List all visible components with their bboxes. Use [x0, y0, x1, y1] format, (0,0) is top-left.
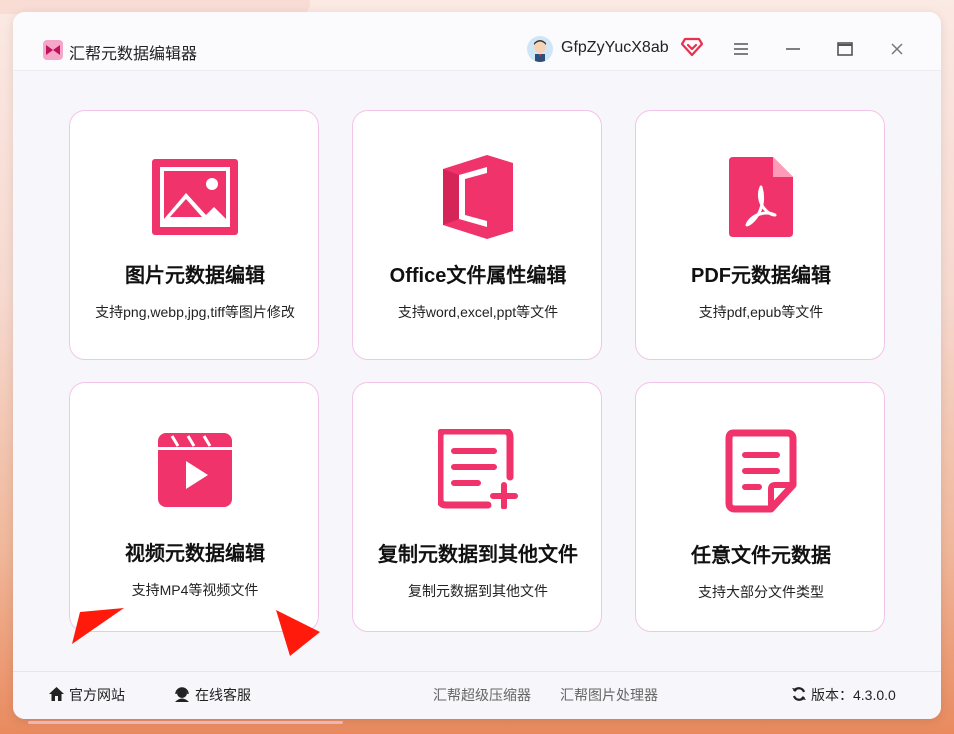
hamburger-menu-icon[interactable] — [729, 37, 753, 61]
card-image-metadata[interactable]: 图片元数据编辑 支持png,webp,jpg,tiff等图片修改 — [69, 110, 319, 360]
app-logo-icon — [43, 40, 63, 60]
document-icon — [636, 429, 886, 513]
title-bar: 汇帮元数据编辑器 GfpZyYucX8ab — [13, 12, 941, 71]
super-compressor-link[interactable]: 汇帮超级压缩器 — [433, 685, 531, 705]
app-title: 汇帮元数据编辑器 — [69, 46, 198, 63]
image-processor-link[interactable]: 汇帮图片处理器 — [560, 685, 658, 705]
refresh-icon — [791, 686, 807, 705]
video-clapper-icon — [70, 433, 320, 507]
diamond-vip-icon[interactable] — [680, 37, 704, 62]
scrollbar[interactable] — [28, 721, 343, 724]
annotation-arrow-right — [274, 608, 322, 663]
official-website-label: 官方网站 — [69, 687, 125, 703]
footer-bar: 官方网站 在线客服 汇帮超级压缩器 汇帮图片处理器 版本：4.3.0.0 — [13, 671, 941, 719]
card-description: 支持大部分文件类型 — [698, 584, 824, 600]
card-description: 支持pdf,epub等文件 — [698, 304, 824, 320]
image-icon — [70, 159, 320, 235]
card-pdf-metadata[interactable]: PDF元数据编辑 支持pdf,epub等文件 — [635, 110, 885, 360]
card-title: 图片元数据编辑 — [125, 265, 265, 287]
document-add-icon — [353, 429, 603, 509]
online-service-link[interactable]: 在线客服 — [173, 685, 251, 705]
card-description: 复制元数据到其他文件 — [408, 583, 548, 599]
card-video-metadata[interactable]: 视频元数据编辑 支持MP4等视频文件 — [69, 382, 319, 632]
card-title: PDF元数据编辑 — [691, 265, 831, 287]
card-title: 任意文件元数据 — [691, 545, 831, 567]
app-window: 汇帮元数据编辑器 GfpZyYucX8ab 图片元数据编辑 支持png,webp… — [13, 12, 941, 719]
card-description: 支持word,excel,ppt等文件 — [397, 304, 559, 320]
avatar[interactable] — [527, 36, 553, 62]
pdf-file-icon — [636, 157, 886, 237]
card-description: 支持MP4等视频文件 — [131, 582, 259, 598]
home-icon — [48, 686, 65, 705]
online-service-label: 在线客服 — [195, 687, 251, 703]
version-label: 版本：4.3.0.0 — [811, 687, 896, 703]
office-icon — [353, 155, 603, 239]
card-title: 复制元数据到其他文件 — [378, 544, 578, 566]
close-icon[interactable] — [885, 37, 909, 61]
card-any-file-metadata[interactable]: 任意文件元数据 支持大部分文件类型 — [635, 382, 885, 632]
main-content: 图片元数据编辑 支持png,webp,jpg,tiff等图片修改 Office文… — [13, 71, 941, 671]
card-copy-metadata[interactable]: 复制元数据到其他文件 复制元数据到其他文件 — [352, 382, 602, 632]
official-website-link[interactable]: 官方网站 — [48, 685, 125, 705]
minimize-icon[interactable] — [781, 37, 805, 61]
card-description: 支持png,webp,jpg,tiff等图片修改 — [95, 304, 295, 320]
card-office-properties[interactable]: Office文件属性编辑 支持word,excel,ppt等文件 — [352, 110, 602, 360]
username[interactable]: GfpZyYucX8ab — [561, 39, 669, 57]
annotation-arrow-left — [70, 604, 126, 651]
card-title: Office文件属性编辑 — [389, 265, 567, 287]
customer-service-icon — [173, 686, 191, 705]
card-title: 视频元数据编辑 — [125, 543, 265, 565]
version-info[interactable]: 版本：4.3.0.0 — [791, 685, 896, 705]
maximize-icon[interactable] — [833, 37, 857, 61]
